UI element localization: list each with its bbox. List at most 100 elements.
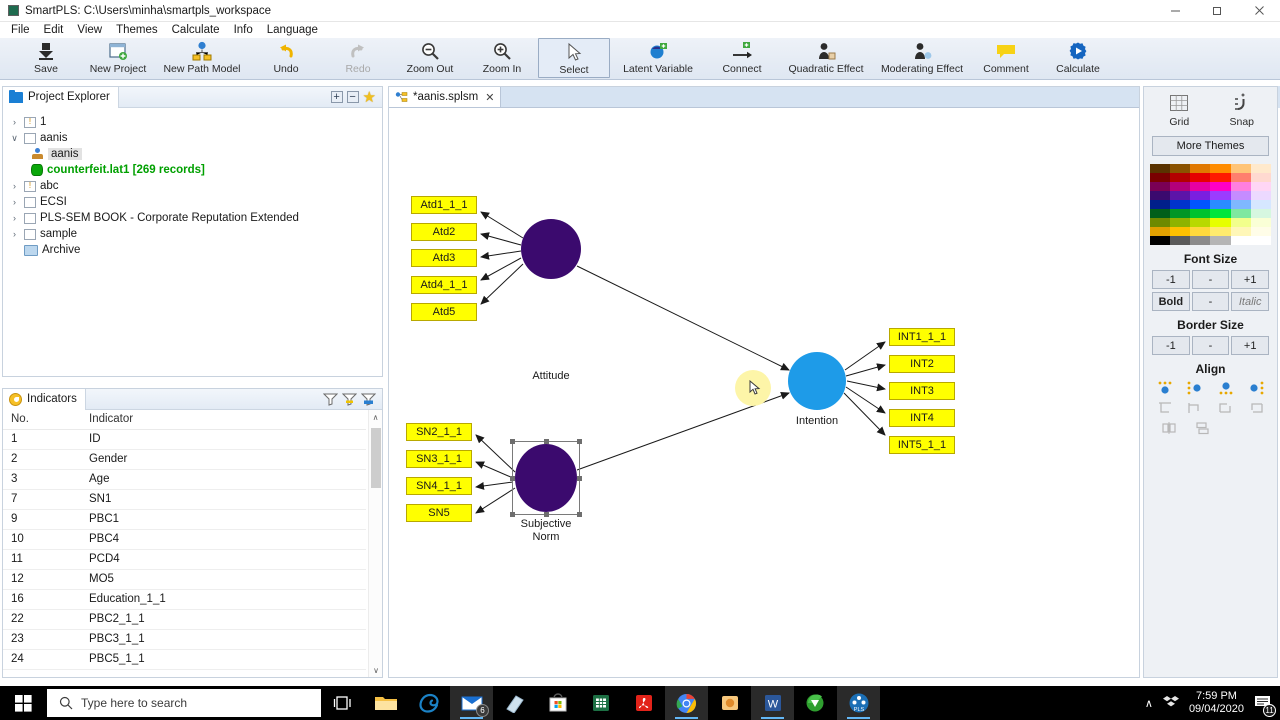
color-swatch[interactable]	[1250, 227, 1271, 236]
project-explorer-tab[interactable]: Project Explorer	[3, 86, 119, 108]
close-button[interactable]	[1238, 0, 1280, 22]
distribute-horizontal-icon[interactable]	[1160, 420, 1178, 436]
color-swatch[interactable]	[1190, 182, 1211, 191]
taskbar-edge-icon[interactable]	[407, 686, 450, 720]
toolbar-new-project-button[interactable]: New Project	[82, 38, 154, 78]
font-size-decrease-button[interactable]: -1	[1152, 270, 1190, 289]
color-swatch[interactable]	[1230, 236, 1251, 245]
table-row[interactable]: 22 PBC2_1_1	[3, 609, 366, 630]
windows-start-icon[interactable]	[0, 686, 46, 720]
color-swatch[interactable]	[1150, 164, 1171, 173]
table-row[interactable]: 12 MO5	[3, 569, 366, 590]
menu-themes[interactable]: Themes	[109, 22, 165, 38]
table-row[interactable]: 1 ID	[3, 429, 366, 450]
color-swatch[interactable]	[1210, 227, 1231, 236]
color-swatch[interactable]	[1190, 164, 1211, 173]
menu-edit[interactable]: Edit	[37, 22, 71, 38]
taskbar-smartpls-icon[interactable]: PLS	[837, 686, 880, 720]
color-swatch[interactable]	[1150, 191, 1171, 200]
indicators-tab[interactable]: Indicators	[3, 388, 86, 410]
table-row[interactable]: 23 PBC3_1_1	[3, 629, 366, 650]
chevron-right-icon[interactable]: ›	[9, 117, 20, 127]
color-swatch[interactable]	[1230, 173, 1251, 182]
toolbar-moderating-effect-button[interactable]: Moderating Effect	[874, 38, 970, 78]
color-swatch[interactable]	[1230, 209, 1251, 218]
toolbar-undo-button[interactable]: Undo	[250, 38, 322, 78]
taskbar-chrome-icon[interactable]	[665, 686, 708, 720]
taskbar-photos-icon[interactable]	[708, 686, 751, 720]
color-swatch[interactable]	[1210, 218, 1231, 227]
align-left-icon[interactable]	[1186, 380, 1204, 396]
color-swatch[interactable]	[1210, 191, 1231, 200]
color-swatch[interactable]	[1190, 236, 1211, 245]
taskbar-store-books-icon[interactable]	[493, 686, 536, 720]
color-swatch[interactable]	[1210, 173, 1231, 182]
table-row[interactable]: 10 PBC4	[3, 529, 366, 550]
table-row[interactable]: 2 Gender	[3, 449, 366, 470]
dropbox-icon[interactable]	[1162, 695, 1179, 712]
indicator-box-atd5[interactable]: Atd5	[411, 303, 477, 321]
table-row[interactable]: 7 SN1	[3, 489, 366, 510]
color-swatch[interactable]	[1190, 200, 1211, 209]
grid-button[interactable]: Grid	[1151, 93, 1207, 128]
color-swatch[interactable]	[1210, 200, 1231, 209]
toolbar-connect-button[interactable]: Connect	[706, 38, 778, 78]
menu-file[interactable]: File	[4, 22, 37, 38]
taskbar-excel-icon[interactable]	[579, 686, 622, 720]
toolbar-save-button[interactable]: Save	[10, 38, 82, 78]
indicator-box-int3[interactable]: INT3	[889, 382, 955, 400]
taskbar-clock[interactable]: 7:59 PM 09/04/2020	[1189, 690, 1244, 716]
align-top-icon[interactable]	[1156, 380, 1174, 396]
chevron-down-icon[interactable]: ∨	[9, 133, 20, 144]
bold-button[interactable]: Bold	[1152, 292, 1190, 311]
taskbar-acrobat-reader-icon[interactable]	[622, 686, 665, 720]
tree-node-aanis[interactable]: ∨ aanis	[7, 130, 382, 146]
toolbar-quadratic-effect-button[interactable]: Quadratic Effect	[778, 38, 874, 78]
indicator-box-atd4[interactable]: Atd4_1_1	[411, 276, 477, 294]
toolbar-select-button[interactable]: Select	[538, 38, 610, 78]
color-swatch[interactable]	[1150, 218, 1171, 227]
taskbar-search-box[interactable]: Type here to search	[47, 689, 321, 717]
color-swatch[interactable]	[1210, 236, 1231, 245]
tree-node-ecsi[interactable]: › ECSI	[7, 194, 382, 210]
indicator-box-int5[interactable]: INT5_1_1	[889, 436, 955, 454]
taskbar-mail-icon[interactable]: 6	[450, 686, 493, 720]
color-swatch[interactable]	[1230, 218, 1251, 227]
table-row[interactable]: 9 PBC1	[3, 509, 366, 530]
border-size-decrease-button[interactable]: -1	[1152, 336, 1190, 355]
align-bottom-icon[interactable]	[1217, 380, 1235, 396]
tree-node-1[interactable]: › ! 1	[7, 114, 382, 130]
indicator-box-int2[interactable]: INT2	[889, 355, 955, 373]
indicator-box-atd2[interactable]: Atd2	[411, 223, 477, 241]
font-size-reset-button[interactable]: -	[1191, 270, 1230, 289]
toolbar-comment-button[interactable]: Comment	[970, 38, 1042, 78]
menu-view[interactable]: View	[70, 22, 109, 38]
show-hidden-icons-chevron-icon[interactable]: ∧	[1145, 697, 1153, 710]
chevron-right-icon[interactable]: ›	[9, 213, 20, 223]
color-swatch[interactable]	[1250, 164, 1271, 173]
toolbar-new-path-model-button[interactable]: New Path Model	[154, 38, 250, 78]
taskbar-microsoft-store-icon[interactable]	[536, 686, 579, 720]
color-swatch[interactable]	[1250, 182, 1271, 191]
color-swatch[interactable]	[1230, 200, 1251, 209]
scroll-down-icon[interactable]: ∨	[369, 663, 382, 677]
border-size-increase-button[interactable]: +1	[1231, 336, 1270, 355]
color-swatch[interactable]	[1170, 227, 1191, 236]
editor-tab-aanis[interactable]: *aanis.splsm ✕	[389, 87, 502, 107]
color-swatch[interactable]	[1170, 209, 1191, 218]
task-view-icon[interactable]	[321, 686, 364, 720]
expand-all-icon[interactable]: +	[330, 91, 343, 103]
tree-node-sample[interactable]: › sample	[7, 226, 382, 242]
italic-button[interactable]: Italic	[1231, 292, 1270, 311]
model-canvas[interactable]: Attitude Intention Subjective Norm Atd1_…	[389, 108, 1139, 677]
color-swatch[interactable]	[1170, 218, 1191, 227]
tree-node-dataset[interactable]: counterfeit.lat1 [269 records]	[7, 162, 382, 178]
match-size-icon[interactable]	[1217, 400, 1235, 416]
tree-node-aanis-model[interactable]: aanis	[7, 146, 382, 162]
filter-none-icon[interactable]	[322, 392, 339, 406]
indicator-box-int4[interactable]: INT4	[889, 409, 955, 427]
indicator-box-int1[interactable]: INT1_1_1	[889, 328, 955, 346]
color-swatch[interactable]	[1210, 164, 1231, 173]
color-swatch[interactable]	[1250, 236, 1271, 245]
selection-handles[interactable]	[510, 439, 582, 517]
